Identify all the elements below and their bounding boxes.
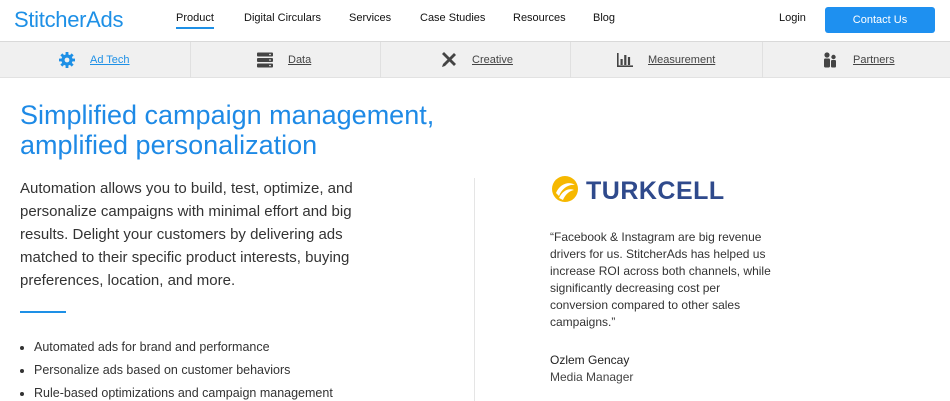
turkcell-mark-icon [550, 174, 580, 209]
turkcell-logo: TURKCELL [550, 174, 725, 209]
testimonial-role: Media Manager [550, 370, 634, 384]
subnav-item-ad-tech[interactable]: Ad Tech [58, 42, 130, 78]
subnav-label-measurement: Measurement [648, 54, 716, 66]
testimonial-quote: “Facebook & Instagram are big revenue dr… [550, 230, 771, 329]
list-item: Personalize ads based on customer behavi… [20, 359, 333, 382]
headline-line-1: Simplified campaign management, [20, 100, 435, 130]
top-navigation: StitcherAds Product Digital Circulars Se… [0, 0, 950, 42]
subnav-label-ad-tech: Ad Tech [90, 54, 130, 66]
server-icon [256, 51, 274, 69]
feature-list: Automated ads for brand and performance … [20, 336, 333, 401]
subnav-label-creative: Creative [472, 54, 513, 66]
intro-paragraph: Automation allows you to build, test, op… [20, 180, 353, 289]
subnav-item-data[interactable]: Data [256, 42, 311, 78]
subnav-divider [570, 42, 571, 78]
login-link[interactable]: Login [779, 12, 806, 24]
subnav-item-creative[interactable]: Creative [440, 42, 513, 78]
subnav-item-partners[interactable]: Partners [821, 42, 895, 78]
company-name: TURKCELL [586, 177, 725, 205]
accent-divider [20, 311, 66, 313]
subnav-divider [762, 42, 763, 78]
nav-digital-circulars[interactable]: Digital Circulars [244, 12, 321, 24]
nav-services[interactable]: Services [349, 12, 391, 24]
product-subnav: Ad Tech Data Creative Measurement Partne… [0, 42, 950, 78]
bar-chart-icon [616, 51, 634, 69]
nav-blog[interactable]: Blog [593, 12, 615, 24]
list-item: Rule-based optimizations and campaign ma… [20, 382, 333, 401]
headline-line-2: amplified personalization [20, 130, 318, 160]
testimonial-author: Ozlem Gencay [550, 353, 630, 367]
tools-icon [440, 51, 458, 69]
nav-resources[interactable]: Resources [513, 12, 566, 24]
column-divider [474, 178, 475, 401]
people-icon [821, 51, 839, 69]
nav-product[interactable]: Product [176, 12, 214, 29]
subnav-item-measurement[interactable]: Measurement [616, 42, 715, 78]
subnav-divider [380, 42, 381, 78]
gear-icon [58, 51, 76, 69]
subnav-label-data: Data [288, 54, 312, 66]
page-headline: Simplified campaign management, amplifie… [20, 100, 480, 160]
subnav-divider [190, 42, 191, 78]
nav-case-studies[interactable]: Case Studies [420, 12, 485, 24]
contact-us-button[interactable]: Contact Us [825, 7, 935, 33]
list-item: Automated ads for brand and performance [20, 336, 333, 359]
subnav-label-partners: Partners [853, 54, 895, 66]
stitcherads-logo[interactable]: StitcherAds [14, 7, 124, 33]
